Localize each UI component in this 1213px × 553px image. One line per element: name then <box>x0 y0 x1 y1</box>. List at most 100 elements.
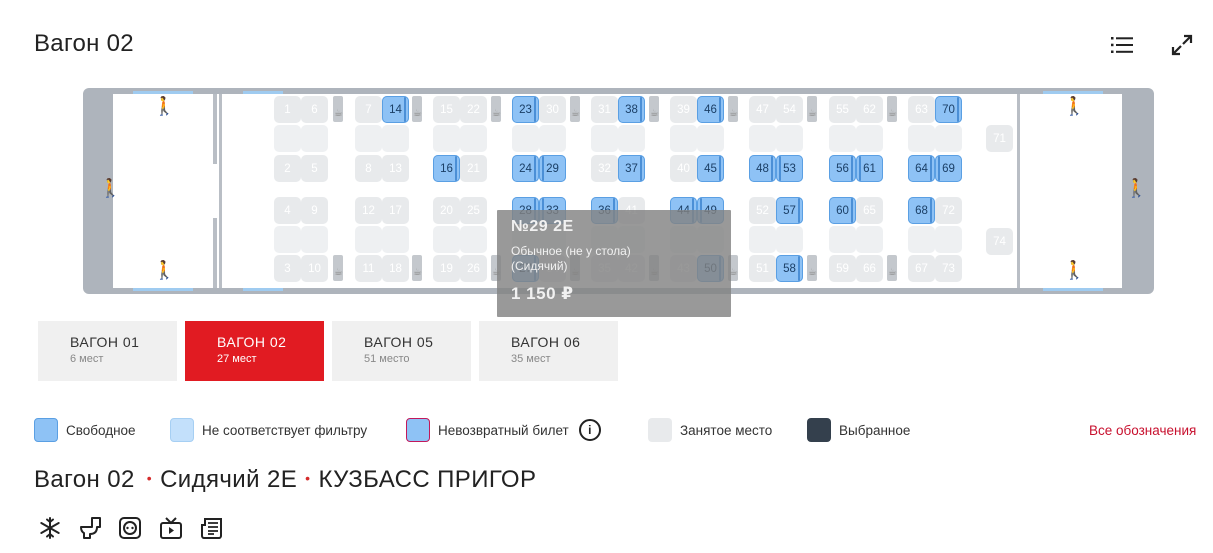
cup-icon: ☕ <box>571 108 580 119</box>
cup-icon: ☕ <box>413 267 422 278</box>
seat-51: 51 <box>749 255 776 282</box>
seat-56[interactable]: 56 <box>829 155 856 182</box>
seat-52: 52 <box>749 197 776 224</box>
cup-icon: ☕ <box>334 267 343 278</box>
all-legend-link[interactable]: Все обозначения <box>1089 423 1196 438</box>
seat-64[interactable]: 64 <box>908 155 935 182</box>
tooltip-seat-description: Обычное (не у стола) (Сидячий) <box>511 244 717 274</box>
legend-swatch-nofilter <box>170 418 194 442</box>
separator-dot: • <box>146 470 153 486</box>
seat-59: 59 <box>829 255 856 282</box>
fullscreen-button[interactable] <box>1167 30 1197 60</box>
seat-45[interactable]: 45 <box>697 155 724 182</box>
seat-back <box>301 226 328 253</box>
seat-46[interactable]: 46 <box>697 96 724 123</box>
seat-back <box>591 125 618 152</box>
wagon-tab-02[interactable]: ВАГОН 02 27 мест <box>185 321 324 381</box>
window <box>1043 91 1103 94</box>
legend-label: Выбранное <box>839 422 911 438</box>
info-icon[interactable]: i <box>578 419 601 441</box>
legend-label: Занятое место <box>680 422 773 438</box>
seat-57[interactable]: 57 <box>776 197 803 224</box>
seat-9: 9 <box>301 197 328 224</box>
legend-nonrefund: Невозвратный билет i <box>406 418 601 442</box>
seat-13: 13 <box>382 155 409 182</box>
seat-25: 25 <box>460 197 487 224</box>
legend-swatch-taken <box>648 418 672 442</box>
cup-icon: ☕ <box>888 108 897 119</box>
seat-61[interactable]: 61 <box>856 155 883 182</box>
seat-back <box>355 226 382 253</box>
seat-70[interactable]: 70 <box>935 96 962 123</box>
seat-back <box>301 125 328 152</box>
seat-back <box>935 125 962 152</box>
seat-6: 6 <box>301 96 328 123</box>
list-view-button[interactable] <box>1107 30 1137 60</box>
cup-icon: ☕ <box>413 108 422 119</box>
wagon-details-title: Вагон 02 • Сидячий 2Е • КУЗБАСС ПРИГОР <box>34 466 536 494</box>
seat-back <box>274 125 301 152</box>
seat-32: 32 <box>591 155 618 182</box>
window <box>1043 288 1103 291</box>
seat-26: 26 <box>460 255 487 282</box>
seat-48[interactable]: 48 <box>749 155 776 182</box>
legend-free: Свободное <box>34 418 136 442</box>
page-title: Вагон 02 <box>34 30 134 57</box>
wagon-tab-01[interactable]: ВАГОН 01 6 мест <box>38 321 177 381</box>
partition <box>213 218 217 288</box>
seat-back <box>433 125 460 152</box>
seat-14[interactable]: 14 <box>382 96 409 123</box>
seat-55: 55 <box>829 96 856 123</box>
seat-23[interactable]: 23 <box>512 96 539 123</box>
window <box>243 91 283 94</box>
seat-back <box>382 125 409 152</box>
list-icon <box>1111 37 1133 53</box>
seat-65: 65 <box>856 197 883 224</box>
seat-38[interactable]: 38 <box>618 96 645 123</box>
window <box>133 288 193 291</box>
legend-label: Не соответствует фильтру <box>202 422 368 438</box>
seat-29[interactable]: 29 <box>539 155 566 182</box>
seat-60[interactable]: 60 <box>829 197 856 224</box>
wagon-tab-name: ВАГОН 06 <box>511 334 581 350</box>
seat-62: 62 <box>856 96 883 123</box>
person-exit-icon: 🚶 <box>1063 96 1086 117</box>
person-exit-icon: 🚶 <box>1125 178 1148 199</box>
seat-16[interactable]: 16 <box>433 155 460 182</box>
seat-back <box>776 125 803 152</box>
legend-selected: Выбранное <box>807 418 910 442</box>
seat-40: 40 <box>670 155 697 182</box>
partition <box>1017 94 1020 288</box>
seat-back <box>697 125 724 152</box>
seat-66: 66 <box>856 255 883 282</box>
seat-24[interactable]: 24 <box>512 155 539 182</box>
legend-label: Невозвратный билет <box>438 422 569 438</box>
seat-31: 31 <box>591 96 618 123</box>
tooltip-seat-number: №29 2Е <box>511 218 574 235</box>
details-carrier: КУЗБАСС ПРИГОР <box>318 466 537 493</box>
wagon-tab-count: 27 мест <box>217 353 257 365</box>
seat-73: 73 <box>935 255 962 282</box>
legend-swatch-nonrefund <box>406 418 430 442</box>
seat-68[interactable]: 68 <box>908 197 935 224</box>
expand-icon <box>1171 34 1193 56</box>
tooltip-desc-line: (Сидячий) <box>511 259 568 273</box>
seat-1: 1 <box>274 96 301 123</box>
legend-taken: Занятое место <box>648 418 772 442</box>
seat-17: 17 <box>382 197 409 224</box>
seat-back <box>618 125 645 152</box>
seat-15: 15 <box>433 96 460 123</box>
seat-tooltip: №29 2Е Обычное (не у стола) (Сидячий) 1 … <box>497 210 731 317</box>
partition <box>219 94 222 288</box>
seat-69[interactable]: 69 <box>935 155 962 182</box>
legend-nofilter: Не соответствует фильтру <box>170 418 367 442</box>
seat-47: 47 <box>749 96 776 123</box>
seat-58[interactable]: 58 <box>776 255 803 282</box>
seat-53[interactable]: 53 <box>776 155 803 182</box>
seat-37[interactable]: 37 <box>618 155 645 182</box>
legend-swatch-free <box>34 418 58 442</box>
wagon-tab-06[interactable]: ВАГОН 06 35 мест <box>479 321 618 381</box>
wagon-tab-05[interactable]: ВАГОН 05 51 место <box>332 321 471 381</box>
partition <box>213 94 217 164</box>
seat-7: 7 <box>355 96 382 123</box>
